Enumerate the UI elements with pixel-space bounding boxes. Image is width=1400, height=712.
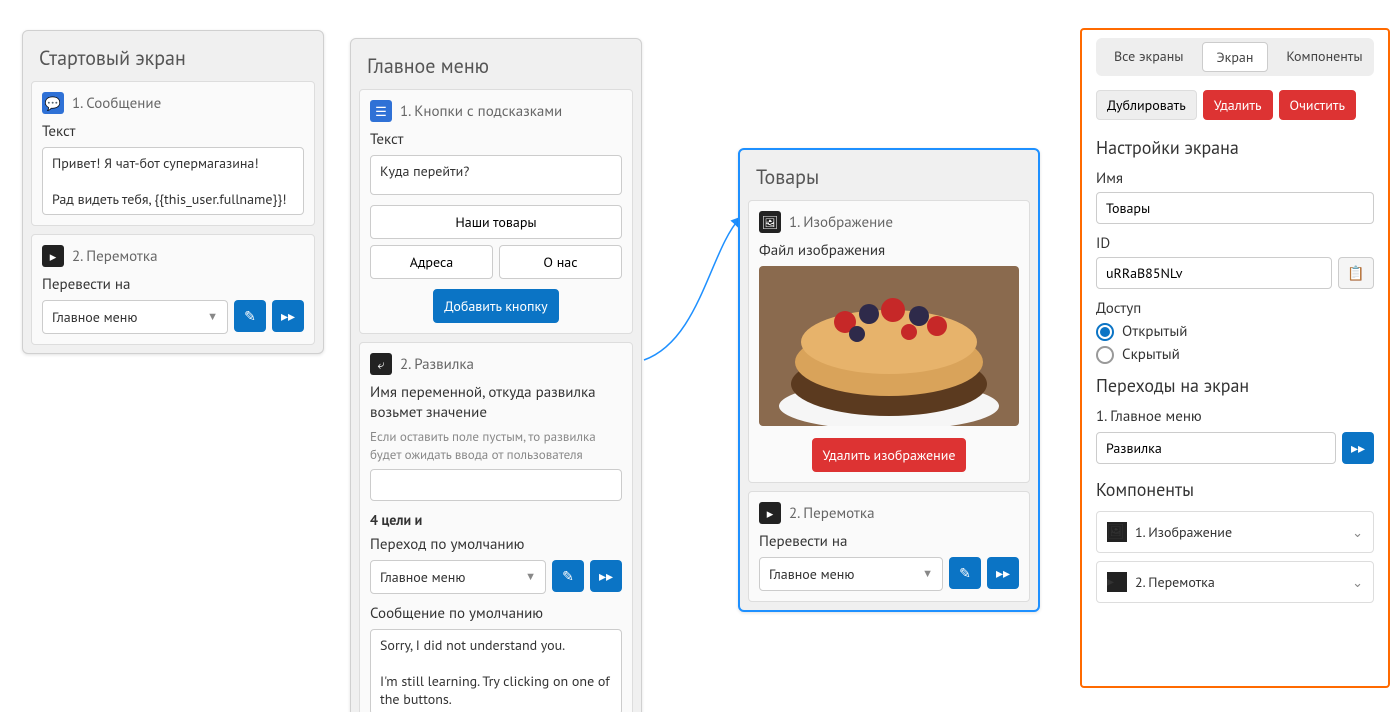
goto-button[interactable]: ▸▸ bbox=[1342, 432, 1374, 464]
forward-icon: ▸ bbox=[42, 245, 64, 267]
field-label: ID bbox=[1096, 234, 1374, 253]
duplicate-button[interactable]: Дублировать bbox=[1096, 90, 1197, 120]
inspector-tabs: Все экраны Экран Компоненты bbox=[1096, 38, 1374, 76]
access-hidden-radio[interactable]: Скрытый bbox=[1096, 345, 1374, 364]
forward-target-select[interactable]: Главное меню▼ bbox=[759, 557, 943, 591]
chevron-down-icon: ▼ bbox=[922, 567, 933, 581]
goto-button[interactable]: ▸▸ bbox=[272, 300, 304, 332]
screen-start[interactable]: Стартовый экран 💬 1. Сообщение Текст Прив… bbox=[22, 30, 324, 354]
quick-reply-option[interactable]: Адреса bbox=[370, 245, 493, 279]
edit-button[interactable]: ✎ bbox=[552, 560, 584, 592]
access-open-radio[interactable]: Открытый bbox=[1096, 322, 1374, 341]
buttons-icon: ☰ bbox=[370, 100, 392, 122]
tab-screen[interactable]: Экран bbox=[1202, 42, 1269, 72]
tab-components[interactable]: Компоненты bbox=[1272, 42, 1376, 72]
inspector-panel: Все экраны Экран Компоненты Дублировать … bbox=[1080, 28, 1390, 688]
default-transition-select[interactable]: Главное меню▼ bbox=[370, 560, 546, 594]
targets-count: 4 цели и bbox=[370, 511, 622, 529]
section-header: Переходы на экран bbox=[1096, 374, 1374, 397]
chevron-down-icon: ⌄ bbox=[1352, 524, 1363, 541]
field-label: Файл изображения bbox=[759, 241, 1019, 260]
component-forward[interactable]: ▸ 2. Перемотка Перевести на Главное меню▼… bbox=[748, 491, 1030, 602]
chevron-down-icon: ⌄ bbox=[1352, 574, 1363, 591]
message-icon: 💬 bbox=[42, 92, 64, 114]
fork-variable-input[interactable] bbox=[370, 469, 622, 501]
edit-button[interactable]: ✎ bbox=[949, 557, 981, 589]
radio-dot-icon bbox=[1096, 323, 1114, 341]
radio-dot-icon bbox=[1096, 346, 1114, 364]
field-label: Переход по умолчанию bbox=[370, 535, 622, 554]
component-fork[interactable]: ⤶ 2. Развилка Имя переменной, откуда разв… bbox=[359, 342, 633, 712]
field-label: Сообщение по умолчанию bbox=[370, 604, 622, 623]
chevron-down-icon: ▼ bbox=[207, 310, 218, 324]
forward-icon: ▸ bbox=[759, 502, 781, 524]
component-title: 1. Сообщение bbox=[72, 94, 161, 113]
component-image[interactable]: 🖼 1. Изображение Файл изображения bbox=[748, 200, 1030, 483]
screen-id-input[interactable] bbox=[1096, 257, 1332, 289]
chevron-down-icon: ▼ bbox=[525, 570, 536, 584]
transition-source-input[interactable] bbox=[1096, 432, 1336, 464]
component-title: 1. Изображение bbox=[789, 213, 893, 232]
screen-title: Товары bbox=[740, 150, 1038, 200]
section-header: Настройки экрана bbox=[1096, 136, 1374, 159]
component-quick-replies[interactable]: ☰ 1. Кнопки с подсказками Текст Куда пере… bbox=[359, 89, 633, 334]
screen-main-menu[interactable]: Главное меню ☰ 1. Кнопки с подсказками Те… bbox=[350, 38, 642, 712]
field-label: Доступ bbox=[1096, 299, 1374, 318]
prompt-text-input[interactable]: Куда перейти? bbox=[370, 155, 622, 195]
forward-icon: ▸ bbox=[1107, 572, 1127, 592]
field-label: Текст bbox=[370, 130, 622, 149]
quick-reply-option[interactable]: Наши товары bbox=[370, 205, 622, 239]
screen-name-input[interactable] bbox=[1096, 192, 1374, 224]
fork-icon: ⤶ bbox=[370, 353, 392, 375]
component-list-item[interactable]: ▸2. Перемотка ⌄ bbox=[1096, 561, 1374, 603]
goto-button[interactable]: ▸▸ bbox=[987, 557, 1019, 589]
component-forward[interactable]: ▸ 2. Перемотка Перевести на Главное меню▼… bbox=[31, 234, 315, 345]
image-preview[interactable] bbox=[759, 266, 1019, 426]
goto-button[interactable]: ▸▸ bbox=[590, 560, 622, 592]
message-text-input[interactable]: Привет! Я чат-бот супермагазина! Рад вид… bbox=[42, 147, 304, 215]
component-title: 2. Перемотка bbox=[789, 504, 875, 523]
component-title: 1. Кнопки с подсказками bbox=[400, 102, 562, 121]
field-label: Перевести на bbox=[42, 275, 304, 294]
component-message[interactable]: 💬 1. Сообщение Текст Привет! Я чат-бот су… bbox=[31, 81, 315, 226]
copy-id-button[interactable]: 📋 bbox=[1338, 257, 1374, 289]
field-label: Имя переменной, откуда развилка возьмет … bbox=[370, 383, 622, 422]
default-message-input[interactable]: Sorry, I did not understand you. I'm sti… bbox=[370, 629, 622, 712]
tab-all-screens[interactable]: Все экраны bbox=[1100, 42, 1198, 72]
quick-reply-option[interactable]: О нас bbox=[499, 245, 622, 279]
delete-button[interactable]: Удалить bbox=[1203, 90, 1273, 120]
component-title: 2. Развилка bbox=[400, 355, 474, 374]
screen-products[interactable]: Товары 🖼 1. Изображение Файл изображения bbox=[738, 148, 1040, 612]
section-header: Компоненты bbox=[1096, 478, 1374, 501]
forward-target-select[interactable]: Главное меню▼ bbox=[42, 300, 228, 334]
screen-title: Главное меню bbox=[351, 39, 641, 89]
clear-button[interactable]: Очистить bbox=[1279, 90, 1356, 120]
field-label: Имя bbox=[1096, 169, 1374, 188]
add-option-button[interactable]: Добавить кнопку bbox=[433, 289, 558, 323]
field-hint: Если оставить поле пустым, то развилка б… bbox=[370, 428, 622, 463]
screen-title: Стартовый экран bbox=[23, 31, 323, 81]
field-label: Перевести на bbox=[759, 532, 1019, 551]
edit-button[interactable]: ✎ bbox=[234, 300, 266, 332]
field-label: 1. Главное меню bbox=[1096, 407, 1374, 426]
image-icon: 🖼 bbox=[1107, 522, 1127, 542]
field-label: Текст bbox=[42, 122, 304, 141]
delete-image-button[interactable]: Удалить изображение bbox=[812, 438, 967, 472]
component-title: 2. Перемотка bbox=[72, 247, 158, 266]
component-list-item[interactable]: 🖼1. Изображение ⌄ bbox=[1096, 511, 1374, 553]
image-icon: 🖼 bbox=[759, 211, 781, 233]
